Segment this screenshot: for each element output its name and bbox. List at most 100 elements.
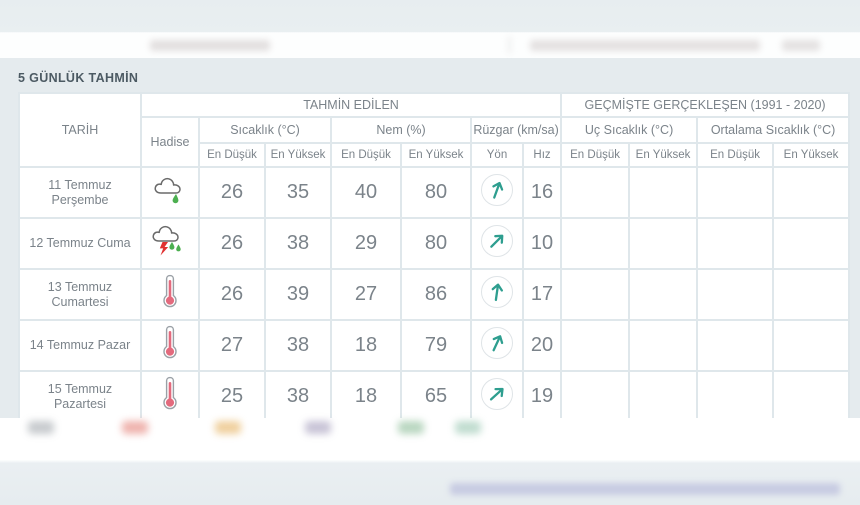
- wind-arrow-icon: [491, 283, 504, 302]
- header-extreme-temp: Uç Sıcaklık (°C): [562, 118, 697, 142]
- cell-temp-low: 26: [200, 168, 264, 217]
- cell-temp-low: 25: [200, 372, 264, 421]
- cell-ext-high: [630, 219, 697, 268]
- browser-tab-divider: [508, 36, 511, 54]
- cell-avg-high: [774, 270, 849, 319]
- redacted-dot: [455, 421, 481, 434]
- cell-date: 11 Temmuz Perşembe: [20, 168, 140, 217]
- header-wind: Rüzgar (km/sa): [472, 118, 561, 142]
- table-row[interactable]: 11 Temmuz Perşembe 26 35 40 80 16: [20, 168, 849, 217]
- wind-arrow-icon: [492, 335, 504, 352]
- cell-ext-low: [562, 270, 629, 319]
- wind-direction-dial: [481, 225, 513, 257]
- header-group-forecast: TAHMİN EDİLEN: [142, 94, 561, 116]
- cell-humidity-high: 86: [402, 270, 470, 319]
- cell-humidity-low: 27: [332, 270, 400, 319]
- redacted-dot: [122, 421, 148, 434]
- cell-wind-direction: [472, 321, 522, 370]
- table-row[interactable]: 14 Temmuz Pazar 27 38 18 79 20: [20, 321, 849, 370]
- thermometer-icon: [163, 376, 177, 410]
- cell-avg-low: [698, 321, 773, 370]
- cell-ext-high: [630, 321, 697, 370]
- cell-ext-low: [562, 372, 629, 421]
- header-date: TARİH: [20, 94, 140, 166]
- cell-humidity-high: 65: [402, 372, 470, 421]
- header-avg-low: En Düşük: [698, 144, 773, 166]
- cell-wind-direction: [472, 168, 522, 217]
- redacted-dot: [305, 421, 331, 434]
- redacted-toolbar-item: [782, 40, 820, 51]
- cell-temp-low: 26: [200, 219, 264, 268]
- cell-ext-low: [562, 219, 629, 268]
- cell-weather-icon: [142, 372, 198, 421]
- date-line-1: 15 Temmuz: [47, 381, 113, 396]
- wind-direction-dial: [481, 327, 513, 359]
- cell-avg-high: [774, 321, 849, 370]
- date-line-1: 11 Temmuz: [48, 177, 112, 192]
- cell-temp-high: 35: [266, 168, 330, 217]
- cell-ext-high: [630, 372, 697, 421]
- cloud-rain-icon: [154, 177, 181, 204]
- redacted-address-text: [530, 40, 760, 51]
- cell-avg-low: [698, 372, 773, 421]
- cell-humidity-high: 79: [402, 321, 470, 370]
- cell-weather-icon: [142, 168, 198, 217]
- cell-temp-high: 38: [266, 321, 330, 370]
- cell-humidity-low: 18: [332, 321, 400, 370]
- redacted-dot: [28, 421, 54, 434]
- cell-wind-speed: 19: [524, 372, 561, 421]
- header-temperature: Sıcaklık (°C): [200, 118, 330, 142]
- cell-ext-low: [562, 168, 629, 217]
- header-temp-high: En Yüksek: [266, 144, 330, 166]
- header-humidity: Nem (%): [332, 118, 470, 142]
- date-line-2: Pazartesi: [53, 396, 107, 411]
- wind-direction-dial: [481, 378, 513, 410]
- redacted-tab-title: [150, 40, 270, 51]
- cloud-thunderstorm-rain-icon: [152, 225, 181, 256]
- header-event: Hadise: [142, 118, 198, 166]
- date-line-2: Perşembe: [51, 192, 109, 207]
- header-wind-speed: Hız: [524, 144, 561, 166]
- cell-wind-speed: 10: [524, 219, 561, 268]
- table-row[interactable]: 13 Temmuz Cumartesi 26 39 27 86 17: [20, 270, 849, 319]
- cell-avg-high: [774, 372, 849, 421]
- cell-avg-high: [774, 168, 849, 217]
- header-ext-low: En Düşük: [562, 144, 629, 166]
- cell-temp-low: 27: [200, 321, 264, 370]
- date-line-1: 14 Temmuz Pazar: [29, 338, 131, 352]
- wind-arrow-icon: [489, 387, 504, 401]
- cell-ext-high: [630, 168, 697, 217]
- cell-avg-low: [698, 270, 773, 319]
- header-wind-direction: Yön: [472, 144, 522, 166]
- cell-wind-speed: 17: [524, 270, 561, 319]
- header-ext-high: En Yüksek: [630, 144, 697, 166]
- cell-temp-low: 26: [200, 270, 264, 319]
- cell-date: 14 Temmuz Pazar: [20, 321, 140, 370]
- cell-date: 15 Temmuz Pazartesi: [20, 372, 140, 421]
- cell-date: 13 Temmuz Cumartesi: [20, 270, 140, 319]
- page-title: 5 GÜNLÜK TAHMİN: [18, 71, 139, 85]
- redacted-icon-row: [0, 421, 860, 437]
- cell-weather-icon: [142, 219, 198, 268]
- cell-weather-icon: [142, 321, 198, 370]
- header-row-subgroups: Hadise Sıcaklık (°C) Nem (%) Rüzgar (km/…: [20, 118, 849, 166]
- cell-wind-speed: 16: [524, 168, 561, 217]
- header-humidity-high: En Yüksek: [402, 144, 470, 166]
- date-line-1: 12 Temmuz Cuma: [29, 236, 131, 250]
- cell-wind-direction: [472, 219, 522, 268]
- cell-humidity-high: 80: [402, 168, 470, 217]
- header-temp-low: En Düşük: [200, 144, 264, 166]
- header-avg-high: En Yüksek: [774, 144, 849, 166]
- cell-humidity-low: 29: [332, 219, 400, 268]
- cell-humidity-low: 40: [332, 168, 400, 217]
- cell-humidity-high: 80: [402, 219, 470, 268]
- table-row[interactable]: 15 Temmuz Pazartesi 25 38 18 65 19: [20, 372, 849, 421]
- cell-wind-speed: 20: [524, 321, 561, 370]
- date-line-2: Cumartesi: [51, 294, 109, 309]
- header-humidity-low: En Düşük: [332, 144, 400, 166]
- cell-temp-high: 38: [266, 219, 330, 268]
- date-line-1: 13 Temmuz: [47, 279, 113, 294]
- cell-ext-high: [630, 270, 697, 319]
- thermometer-icon: [163, 325, 177, 359]
- table-row[interactable]: 12 Temmuz Cuma 26 38 29 80 10: [20, 219, 849, 268]
